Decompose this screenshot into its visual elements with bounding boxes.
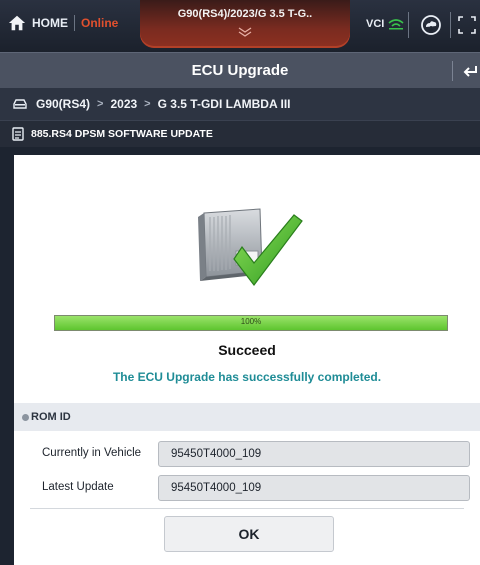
divider	[74, 15, 75, 31]
divider	[408, 12, 409, 38]
breadcrumb: G90(RS4) > 2023 > G 3.5 T-GDI LAMBDA III	[0, 88, 480, 120]
progress-label: 100%	[240, 317, 262, 326]
vehicle-title: G90(RS4)/2023/G 3.5 T-G..	[177, 8, 313, 20]
divider	[452, 61, 453, 81]
connection-status: Online	[81, 16, 119, 30]
app-window: HOME Online G90(RS4)/2023/G 3.5 T-G.. VC…	[0, 0, 480, 565]
breadcrumb-engine: G 3.5 T-GDI LAMBDA III	[157, 97, 291, 111]
chevron-down-icon	[238, 27, 252, 37]
home-label: HOME	[32, 16, 68, 30]
breadcrumb-year: 2023	[110, 97, 138, 111]
breadcrumb-model: G90(RS4)	[36, 97, 91, 111]
breadcrumb-separator: >	[144, 98, 151, 110]
vehicle-selector-tab[interactable]: G90(RS4)/2023/G 3.5 T-G..	[140, 0, 350, 48]
status-text: Succeed	[218, 342, 276, 358]
home-icon	[8, 15, 26, 31]
divider	[30, 508, 464, 509]
rom-row-current: Currently in Vehicle 95450T4000_109	[14, 437, 480, 471]
rom-row-label: Latest Update	[42, 481, 114, 493]
home-button[interactable]: HOME Online	[8, 14, 118, 32]
result-panel: 100% Succeed The ECU Upgrade has success…	[14, 155, 480, 565]
rom-row-latest: Latest Update 95450T4000_109	[14, 471, 480, 505]
back-arrow-icon[interactable]	[462, 63, 478, 79]
title-bar: ECU Upgrade	[0, 52, 480, 89]
car-icon	[13, 99, 27, 109]
progress-bar: 100%	[54, 315, 448, 331]
status-bar: HOME Online G90(RS4)/2023/G 3.5 T-G.. VC…	[0, 0, 480, 52]
cloud-icon[interactable]	[420, 14, 442, 36]
bullet-icon	[22, 413, 29, 421]
rom-row-value-field: 95450T4000_109	[158, 441, 470, 467]
vci-status[interactable]: VCI	[366, 18, 404, 30]
document-icon	[12, 127, 24, 141]
procedure-title: 885.RS4 DPSM SOFTWARE UPDATE	[31, 128, 213, 140]
rom-id-section-header: ROM ID	[14, 403, 480, 431]
screen-capture-icon[interactable]	[458, 16, 476, 34]
divider	[450, 12, 451, 38]
rom-row-value-field: 95450T4000_109	[158, 475, 470, 501]
ok-button[interactable]: OK	[164, 516, 334, 552]
completion-message: The ECU Upgrade has successfully complet…	[112, 370, 382, 384]
ecu-success-image	[198, 208, 303, 286]
rom-row-label: Currently in Vehicle	[42, 447, 142, 459]
procedure-header: 885.RS4 DPSM SOFTWARE UPDATE	[0, 120, 480, 147]
breadcrumb-separator: >	[97, 98, 104, 110]
wifi-icon	[388, 19, 404, 30]
page-title: ECU Upgrade	[191, 62, 289, 79]
rom-id-title: ROM ID	[31, 411, 71, 423]
vci-label: VCI	[366, 18, 385, 30]
